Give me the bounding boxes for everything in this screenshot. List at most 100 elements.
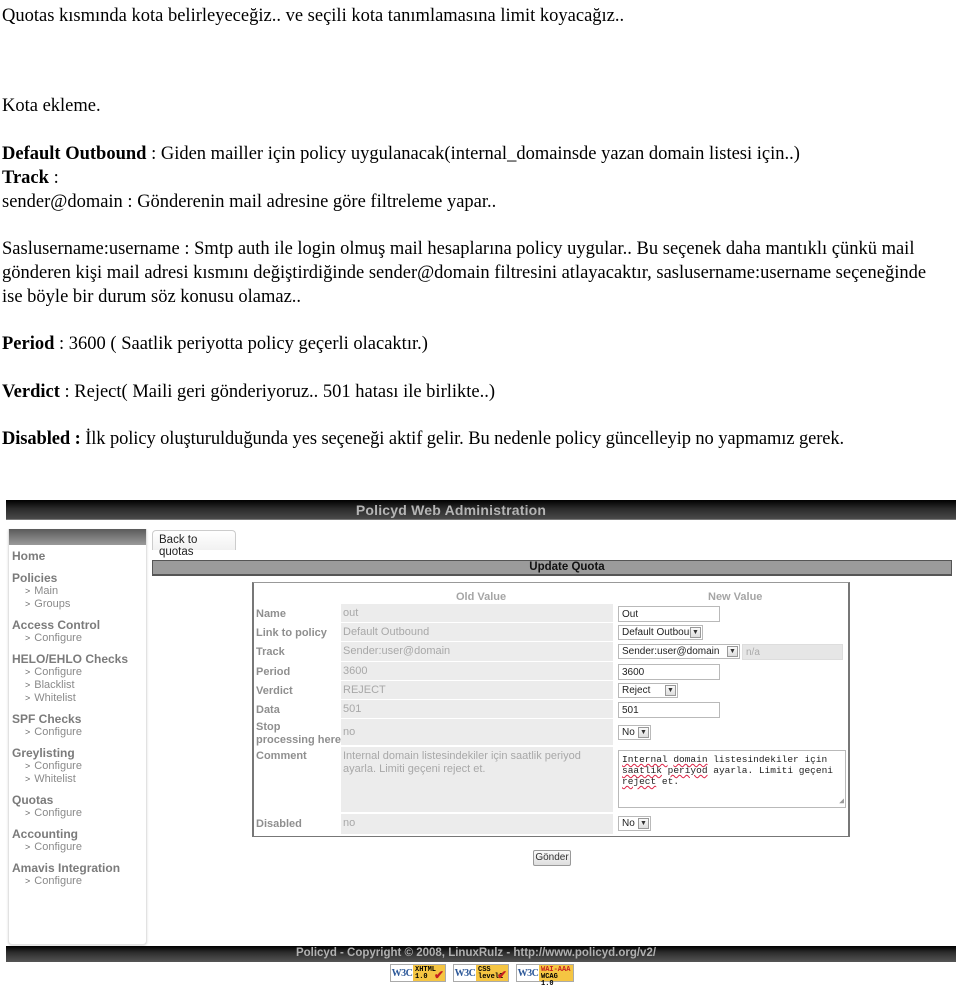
disabled-select[interactable]: No ▼	[618, 816, 651, 831]
w3c-logo-icon: W3C	[517, 965, 539, 981]
sidebar-subitem-configure[interactable]: > Configure	[12, 726, 128, 739]
sidebar-subitem-configure[interactable]: > Configure	[12, 666, 128, 679]
sidebar-group: Greylisting > Configure > Whitelist	[12, 746, 128, 786]
resize-grip-icon[interactable]: ◢	[839, 798, 844, 806]
sidebar-subitem-main[interactable]: > Main	[12, 585, 128, 598]
default-outbound-text: : Giden mailler için policy uygulanacak(…	[146, 144, 800, 164]
chevron-right-icon: >	[25, 680, 31, 690]
default-outbound-paragraph: Default Outbound : Giden mailler için po…	[2, 142, 800, 166]
disabled-text: İlk policy oluşturulduğunda yes seçeneği…	[80, 429, 845, 449]
sidebar-group: Policies > Main > Groups	[12, 571, 128, 611]
w3c-badges: W3C XHTML 1.0 ✔ W3C CSS level2 ✔ W3C WAI-A…	[390, 964, 574, 988]
row-label: Verdict	[256, 685, 293, 697]
section-header: Update Quota	[152, 560, 952, 576]
chevron-right-icon: >	[25, 774, 31, 784]
dropdown-arrow-icon[interactable]: ▼	[638, 818, 649, 829]
dropdown-arrow-icon[interactable]: ▼	[638, 727, 649, 738]
row-label: Disabled	[256, 818, 302, 830]
sidebar-item-amavis-integration[interactable]: Amavis Integration	[12, 861, 128, 875]
sidebar-subitem-label: Main	[34, 585, 59, 597]
old-value: no	[341, 719, 613, 745]
sidebar-item-spf-checks[interactable]: SPF Checks	[12, 712, 128, 726]
chevron-right-icon: >	[25, 876, 31, 886]
comment-textarea[interactable]: Internal domain listesindekiler için saa…	[618, 750, 846, 808]
app-header: Policyd Web Administration	[6, 500, 956, 520]
footer-copyright: Policyd - Copyright © 2008, LinuxRulz - …	[295, 947, 657, 959]
app-title: Policyd Web Administration	[355, 502, 547, 518]
chevron-right-icon: >	[25, 761, 31, 771]
sidebar-item-policies[interactable]: Policies	[12, 571, 128, 585]
sidebar-subitem-configure[interactable]: > Configure	[12, 760, 128, 773]
selected-value: No	[622, 818, 635, 829]
row-verdict: Verdict REJECT Reject ▼	[254, 681, 848, 700]
update-quota-form: Old Value New Value Name out Out Link to…	[252, 582, 850, 837]
old-value: 3600	[341, 662, 613, 680]
sidebar-subitem-groups[interactable]: > Groups	[12, 598, 128, 611]
sidebar-subitem-configure[interactable]: > Configure	[12, 841, 128, 854]
selected-value: No	[622, 727, 635, 738]
old-value: 501	[341, 700, 613, 718]
comment-fragment: et.	[656, 776, 680, 787]
chevron-right-icon: >	[25, 599, 31, 609]
sidebar-subitem-label: Whitelist	[34, 773, 76, 785]
sidebar-subitem-blacklist[interactable]: > Blacklist	[12, 679, 128, 692]
dropdown-arrow-icon[interactable]: ▼	[665, 685, 676, 696]
verdict-select[interactable]: Reject ▼	[618, 683, 678, 698]
sender-domain-paragraph: sender@domain : Gönderenin mail adresine…	[2, 192, 497, 212]
old-value: REJECT	[341, 681, 613, 699]
sidebar-item-accounting[interactable]: Accounting	[12, 827, 128, 841]
stop-processing-select[interactable]: No ▼	[618, 725, 651, 740]
chevron-right-icon: >	[25, 586, 31, 596]
sidebar-group: Amavis Integration > Configure	[12, 861, 128, 888]
track-text: :	[48, 168, 59, 188]
spellcheck-word: periyod	[667, 765, 708, 776]
sidebar-subitem-label: Whitelist	[34, 692, 76, 704]
new-value-header: New Value	[708, 591, 763, 603]
row-link-to-policy: Link to policy Default Outbound Default …	[254, 623, 848, 642]
dropdown-arrow-icon[interactable]: ▼	[727, 646, 738, 657]
back-to-quotas-tab[interactable]: Back to quotas	[152, 530, 236, 558]
sidebar-item-greylisting[interactable]: Greylisting	[12, 746, 128, 760]
row-label: Period	[256, 666, 291, 678]
badge-wcag[interactable]: W3C WAI-AAA WCAG 1.0	[516, 964, 574, 988]
chevron-right-icon: >	[25, 808, 31, 818]
old-value: Internal domain listesindekiler için saa…	[341, 747, 613, 812]
sidebar-item-home[interactable]: Home	[12, 549, 128, 563]
dropdown-arrow-icon[interactable]: ▼	[690, 627, 701, 638]
comment-fragment: ayarla. Limiti geçeni	[713, 765, 833, 776]
old-value: out	[341, 604, 613, 622]
old-value: Sender:user@domain	[341, 642, 613, 661]
badge-xhtml[interactable]: W3C XHTML 1.0 ✔	[390, 964, 446, 982]
link-to-policy-select[interactable]: Default Outbound ▼	[618, 625, 703, 640]
row-name: Name out Out	[254, 604, 848, 623]
row-data: Data 501 501	[254, 700, 848, 719]
sidebar-subitem-configure[interactable]: > Configure	[12, 632, 128, 645]
sidebar-subitem-whitelist[interactable]: > Whitelist	[12, 692, 128, 705]
disabled-paragraph: Disabled : İlk policy oluşturulduğunda y…	[2, 427, 844, 451]
sidebar-subitem-configure[interactable]: > Configure	[12, 875, 128, 888]
track-term: Track	[2, 168, 49, 188]
sidebar-item-helo-ehlo-checks[interactable]: HELO/EHLO Checks	[12, 652, 128, 666]
row-label: Name	[256, 608, 286, 620]
period-paragraph: Period : 3600 ( Saatlik periyotta policy…	[2, 332, 428, 356]
sidebar-subitem-whitelist[interactable]: > Whitelist	[12, 773, 128, 786]
row-label: Track	[256, 646, 285, 658]
sidebar-item-quotas[interactable]: Quotas	[12, 793, 128, 807]
sidebar-header	[9, 529, 146, 545]
track-extra-field: n/a	[742, 644, 843, 660]
period-input[interactable]: 3600	[618, 664, 720, 680]
badge-css[interactable]: W3C CSS level2 ✔	[453, 964, 509, 982]
verdict-term: Verdict	[2, 382, 60, 402]
data-input[interactable]: 501	[618, 702, 720, 718]
app-footer: Policyd - Copyright © 2008, LinuxRulz - …	[6, 946, 956, 962]
sidebar-subitem-label: Configure	[34, 841, 82, 853]
sidebar-subitem-configure[interactable]: > Configure	[12, 807, 128, 820]
row-stop-processing: Stop processing here no No ▼	[254, 719, 848, 746]
name-input[interactable]: Out	[618, 606, 720, 622]
definitions-block: Default Outbound : Giden mailler için po…	[2, 142, 800, 214]
sidebar-group: HELO/EHLO Checks > Configure > Blacklist > Whi…	[12, 652, 128, 705]
chevron-right-icon: >	[25, 633, 31, 643]
sidebar-item-access-control[interactable]: Access Control	[12, 618, 128, 632]
track-select[interactable]: Sender:user@domain ▼	[618, 644, 740, 659]
submit-button[interactable]: Gönder	[533, 850, 571, 866]
